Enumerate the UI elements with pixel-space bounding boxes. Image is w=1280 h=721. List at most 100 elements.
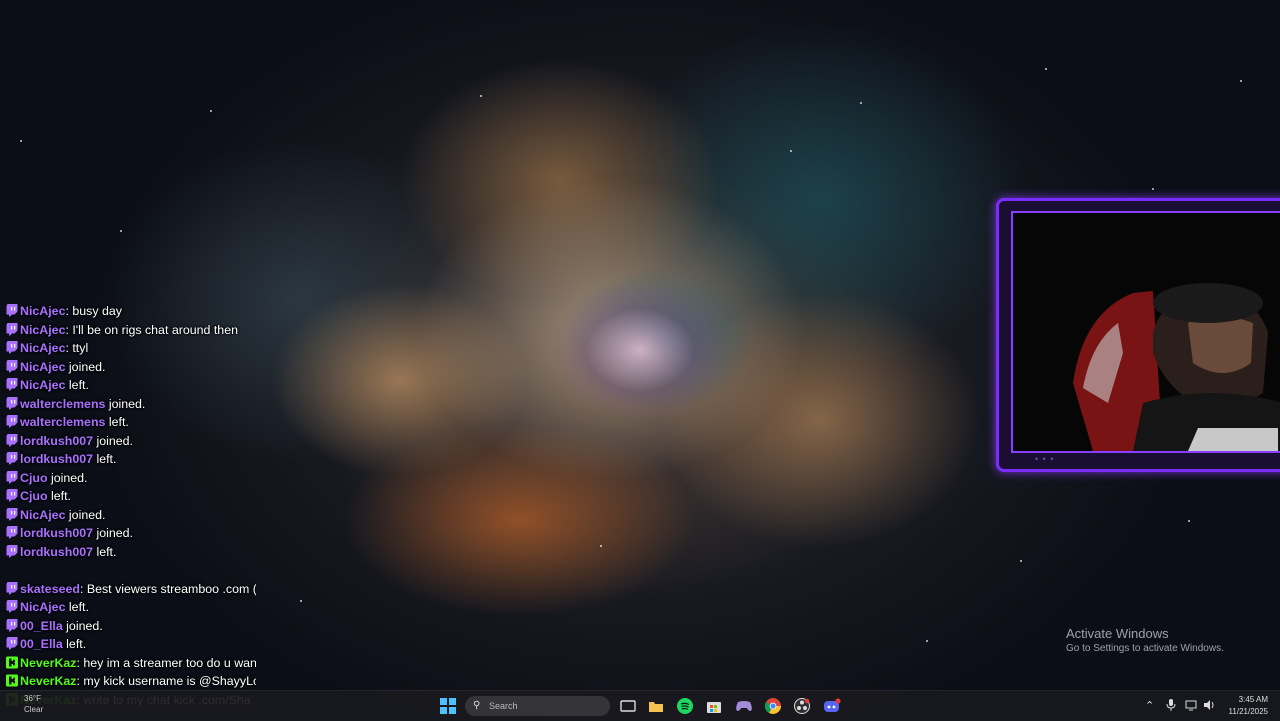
chat-message: lordkush007 joined.	[6, 524, 256, 543]
chat-text: joined.	[96, 433, 133, 448]
twitch-icon	[6, 359, 18, 373]
chat-text: left.	[66, 637, 87, 651]
chat-text: joined.	[66, 618, 103, 633]
chat-username: NicAjec	[20, 341, 66, 355]
twitch-icon	[6, 637, 18, 650]
file-explorer-icon[interactable]	[646, 696, 666, 716]
obs-icon[interactable]	[792, 696, 812, 716]
chat-username: NicAjec	[20, 322, 66, 337]
chat-text: I'll be on rigs chat around then	[72, 322, 238, 337]
chrome-icon[interactable]	[763, 696, 783, 716]
gaming-controller-icon[interactable]	[734, 696, 754, 716]
clock-time: 3:45 AM	[1238, 695, 1268, 704]
chat-text: joined.	[96, 526, 133, 540]
activate-windows-subtitle: Go to Settings to activate Windows.	[1066, 643, 1224, 654]
twitch-icon	[6, 396, 18, 410]
network-icon[interactable]	[1185, 699, 1197, 714]
chat-username: NicAjec	[20, 359, 66, 374]
spotify-icon[interactable]	[675, 696, 695, 716]
twitch-icon	[6, 581, 18, 595]
chat-message: Cjuo left.	[6, 487, 256, 506]
chat-username: NeverKaz	[20, 655, 77, 670]
chat-username: NicAjec	[20, 600, 66, 614]
microphone-icon[interactable]	[1166, 699, 1176, 714]
twitch-icon	[6, 378, 18, 391]
system-clock[interactable]: 3:45 AM 11/21/2025	[1229, 694, 1268, 718]
chat-username: Cjuo	[20, 470, 48, 485]
clock-date: 11/21/2025	[1228, 707, 1268, 716]
chat-message: NeverKaz: my kick username is @ShayyLo	[6, 672, 256, 691]
chat-message: NicAjec: ttyl	[6, 339, 256, 358]
chat-username: lordkush007	[20, 544, 93, 559]
chat-message: lordkush007 left.	[6, 450, 256, 469]
chat-username: walterclemens	[20, 396, 106, 411]
chat-message: walterclemens left.	[6, 413, 256, 432]
chat-text: left.	[68, 600, 89, 614]
twitch-icon	[6, 433, 18, 447]
chat-username: 00_Ella	[20, 618, 63, 633]
twitch-icon	[6, 304, 18, 317]
volume-icon[interactable]	[1203, 699, 1215, 714]
chat-username: skateseed	[20, 581, 80, 596]
chat-text: left.	[50, 489, 71, 503]
chat-spacer	[6, 561, 256, 580]
twitch-icon	[6, 341, 18, 354]
chat-username: lordkush007	[20, 452, 93, 466]
chat-message: NicAjec joined.	[6, 506, 256, 525]
chat-text: busy day	[72, 304, 122, 318]
chat-message: NeverKaz: hey im a streamer too do u wan	[6, 654, 256, 673]
chat-username: lordkush007	[20, 526, 93, 540]
chat-text: left.	[96, 452, 117, 466]
search-placeholder: Search	[489, 701, 518, 711]
taskbar: 36°F Clear ⚲ Search ⌃ 3:45 AM 11/21/2025	[0, 690, 1280, 721]
chat-text: left.	[68, 378, 89, 392]
chat-text: ttyl	[72, 341, 89, 355]
chat-username: NeverKaz	[20, 674, 77, 688]
activate-windows-watermark: Activate Windows Go to Settings to activ…	[1066, 626, 1224, 654]
twitch-icon	[6, 322, 18, 336]
chat-text: joined.	[108, 396, 146, 411]
search-icon: ⚲	[473, 700, 481, 711]
show-hidden-icons-chevron-up-icon[interactable]: ⌃	[1145, 699, 1154, 712]
chat-message: NicAjec joined.	[6, 358, 256, 377]
webcam-frame-decoration: • • •	[1035, 454, 1055, 464]
kick-icon	[6, 674, 18, 687]
chat-message: NicAjec left.	[6, 598, 256, 617]
chat-message: 00_Ella joined.	[6, 617, 256, 636]
chat-message: Cjuo joined.	[6, 469, 256, 488]
task-view-icon[interactable]	[618, 696, 638, 716]
chat-text: joined.	[68, 507, 106, 522]
twitch-icon	[6, 470, 18, 484]
chat-username: lordkush007	[20, 433, 93, 448]
chat-text: my kick username is @ShayyLo	[83, 674, 256, 688]
chat-username: NicAjec	[20, 507, 66, 522]
weather-widget[interactable]: 36°F Clear	[24, 693, 43, 715]
chat-message: skateseed: Best viewers streamboo .com (	[6, 580, 256, 599]
chat-username: NicAjec	[20, 378, 66, 392]
microsoft-store-icon[interactable]	[704, 696, 724, 716]
chat-text: joined.	[68, 359, 106, 374]
chat-message: lordkush007 left.	[6, 543, 256, 562]
chat-username: NicAjec	[20, 304, 66, 318]
taskbar-search-input[interactable]: ⚲ Search	[465, 696, 610, 716]
twitch-icon	[6, 618, 18, 632]
windows-start-icon[interactable]	[438, 696, 458, 716]
twitch-icon	[6, 544, 18, 558]
chat-message: NicAjec left.	[6, 376, 256, 395]
chat-username: walterclemens	[20, 415, 106, 429]
chat-username: 00_Ella	[20, 637, 63, 651]
chat-message: NicAjec: I'll be on rigs chat around the…	[6, 321, 256, 340]
discord-icon[interactable]	[822, 696, 842, 716]
chat-overlay: NicAjec: busy day NicAjec: I'll be on rig…	[6, 302, 256, 709]
twitch-icon	[6, 415, 18, 428]
chat-text: joined.	[50, 470, 88, 485]
chat-text: Best viewers streamboo .com (	[86, 581, 256, 596]
activate-windows-title: Activate Windows	[1066, 626, 1169, 641]
chat-message: lordkush007 joined.	[6, 432, 256, 451]
chat-separator: :	[79, 581, 87, 596]
chat-text: hey im a streamer too do u wan	[83, 655, 256, 670]
chat-message: NicAjec: busy day	[6, 302, 256, 321]
chat-message: walterclemens joined.	[6, 395, 256, 414]
chat-text: left.	[96, 544, 117, 559]
twitch-icon	[6, 526, 18, 539]
